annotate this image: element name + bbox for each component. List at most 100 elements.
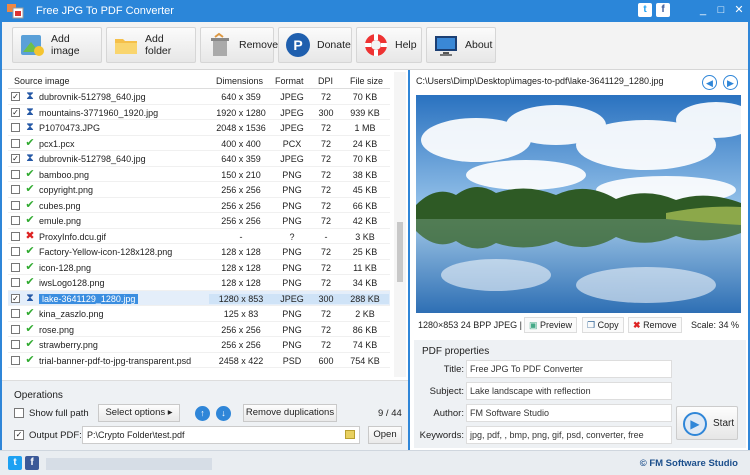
- close-button[interactable]: ✕: [732, 3, 746, 17]
- status-facebook-icon[interactable]: f: [25, 456, 39, 470]
- row-checkbox[interactable]: ✓: [11, 107, 20, 117]
- help-button[interactable]: Help: [356, 27, 422, 63]
- col-dimensions[interactable]: Dimensions: [216, 76, 263, 86]
- status-twitter-icon[interactable]: t: [8, 456, 22, 470]
- cell-size: 34 KB: [352, 278, 378, 288]
- table-row[interactable]: ✔ copyright.png 256 x 256 PNG 72 45 KB: [8, 182, 390, 198]
- table-row[interactable]: ✔ trial-banner-pdf-to-jpg-transparent.psd…: [8, 353, 390, 368]
- cell-size: 70 KB: [352, 154, 378, 164]
- col-format[interactable]: Format: [275, 76, 304, 86]
- remove-duplications-button[interactable]: Remove duplications: [243, 404, 337, 422]
- cell-dpi: 72: [320, 216, 331, 226]
- table-row[interactable]: ✓ ⧗ lake-3641129_1280.jpg 1280 x 853 JPEG 300…: [8, 290, 390, 306]
- pdf-properties-title: PDF properties: [422, 346, 490, 357]
- row-checkbox[interactable]: ✓: [11, 293, 20, 303]
- scrollbar-thumb[interactable]: [397, 222, 403, 282]
- row-checkbox[interactable]: [11, 340, 20, 349]
- pdf-field-label: Title:: [443, 364, 464, 375]
- cell-dim: 400 x 400: [221, 138, 261, 149]
- table-row[interactable]: ✓ ⧗ mountains-3771960_1920.jpg 1920 x 1280 J…: [8, 105, 390, 120]
- move-down-icon[interactable]: ↓: [216, 406, 231, 421]
- row-checkbox[interactable]: [11, 185, 20, 194]
- scale-readout: Scale: 34 %: [690, 320, 739, 330]
- maximize-button[interactable]: □: [714, 3, 728, 17]
- file-table-body: ✓ ⧗ dubrovnik-512798_640.jpg 640 x 359 JPEG 7…: [8, 89, 390, 377]
- cell-fmt: JPEG: [280, 123, 304, 133]
- remove-button[interactable]: Remove: [200, 27, 278, 63]
- output-pdf-input[interactable]: P:\Crypto Folder\test.pdf: [82, 426, 360, 444]
- row-checkbox[interactable]: [11, 278, 20, 287]
- table-row[interactable]: ✔ cubes.png 256 x 256 PNG 72 66 KB: [8, 198, 390, 213]
- row-checkbox[interactable]: [11, 138, 20, 148]
- donate-button[interactable]: P Donate: [278, 27, 352, 63]
- row-checkbox[interactable]: [11, 309, 20, 318]
- row-checkbox[interactable]: [11, 123, 20, 132]
- cell-fmt: PNG: [282, 216, 302, 226]
- row-checkbox[interactable]: [11, 216, 20, 225]
- cell-fmt: PNG: [282, 340, 302, 350]
- browse-folder-icon[interactable]: [345, 430, 355, 439]
- table-row[interactable]: ✔ strawberry.png 256 x 256 PNG 72 74 KB: [8, 337, 390, 353]
- facebook-icon[interactable]: f: [656, 3, 670, 17]
- row-checkbox[interactable]: ✓: [11, 92, 20, 101]
- add-folder-button[interactable]: Add folder: [106, 27, 196, 63]
- pdf-field-input[interactable]: FM Software Studio: [466, 404, 672, 422]
- table-row[interactable]: ✔ emule.png 256 x 256 PNG 72 42 KB: [8, 213, 390, 229]
- copy-button[interactable]: ❐ Copy: [582, 317, 624, 333]
- row-checkbox[interactable]: [11, 324, 20, 334]
- cell-fmt: JPEG: [280, 154, 304, 164]
- pdf-field-input[interactable]: Lake landscape with reflection: [466, 382, 672, 400]
- app-window: Free JPG To PDF Converter t f _ □ ✕ Add …: [0, 0, 750, 475]
- table-row[interactable]: ✓ ⧗ dubrovnik-512798_640.jpg 640 x 359 JPEG 7…: [8, 151, 390, 167]
- cell-size: 754 KB: [350, 355, 380, 366]
- table-row[interactable]: ✖ ProxyInfo.dcu.gif -? - 3 KB: [8, 229, 390, 244]
- pdf-field-input[interactable]: jpg, pdf, , bmp, png, gif, psd, converte…: [466, 426, 672, 444]
- add-image-button[interactable]: Add image: [12, 27, 102, 63]
- next-image-icon[interactable]: ▶: [723, 75, 738, 90]
- minimize-button[interactable]: _: [696, 3, 710, 17]
- prev-image-icon[interactable]: ◀: [702, 75, 717, 90]
- row-checkbox[interactable]: [11, 231, 20, 241]
- about-button[interactable]: About: [426, 27, 496, 63]
- col-dpi[interactable]: DPI: [318, 76, 333, 86]
- cell-fmt: PNG: [282, 200, 302, 211]
- table-row[interactable]: ✔ pcx1.pcx 400 x 400 PCX 72 24 KB: [8, 136, 390, 151]
- row-checkbox[interactable]: [11, 262, 20, 272]
- cell-dim: -: [239, 231, 243, 242]
- table-row[interactable]: ✓ ⧗ dubrovnik-512798_640.jpg 640 x 359 JPEG 7…: [8, 89, 390, 105]
- cell-fmt: JPEG: [280, 92, 304, 102]
- pdf-field-input[interactable]: Free JPG To PDF Converter: [466, 360, 672, 378]
- cell-dpi: 72: [320, 247, 331, 257]
- preview-button[interactable]: ▣ Preview: [524, 317, 578, 333]
- row-checkbox[interactable]: ✓: [11, 154, 20, 163]
- col-source-image[interactable]: Source image: [14, 76, 70, 86]
- table-row[interactable]: ✔ Factory-Yellow-icon-128x128.png 128 x 12…: [8, 244, 390, 260]
- row-checkbox[interactable]: [11, 355, 20, 365]
- row-checkbox[interactable]: [11, 169, 20, 179]
- table-scrollbar[interactable]: [394, 72, 406, 377]
- ok-check-icon: ✔: [25, 260, 35, 273]
- cell-dpi: 72: [320, 200, 331, 211]
- table-row[interactable]: ✔ rose.png 256 x 256 PNG 72 86 KB: [8, 322, 390, 337]
- row-checkbox[interactable]: [11, 247, 20, 256]
- pdf-properties-panel: PDF properties Title: Free JPG To PDF Con…: [414, 340, 746, 448]
- table-row[interactable]: ✔ iwsLogo128.png 128 x 128 PNG 72 34 KB: [8, 275, 390, 291]
- table-row[interactable]: ✔ icon-128.png 128 x 128 PNG 72 11 KB: [8, 260, 390, 275]
- start-button[interactable]: ▶ Start: [676, 406, 738, 440]
- preview-icon: ▣: [529, 320, 538, 330]
- select-options-button[interactable]: Select options ▸: [98, 404, 180, 422]
- twitter-icon[interactable]: t: [638, 3, 652, 17]
- preview-label: Preview: [540, 320, 573, 330]
- cell-dim: 640 x 359: [221, 92, 261, 102]
- show-full-path-checkbox[interactable]: [14, 408, 24, 418]
- open-button[interactable]: Open: [368, 426, 402, 444]
- table-row[interactable]: ⧗ P1070473.JPG 2048 x 1536 JPEG 72 1 MB: [8, 120, 390, 136]
- remove-image-button[interactable]: ✖ Remove: [628, 317, 682, 333]
- table-row[interactable]: ✔ kina_zaszlo.png 125 x 83 PNG 72 2 KB: [8, 306, 390, 322]
- table-row[interactable]: ✔ bamboo.png 150 x 210 PNG 72 38 KB: [8, 167, 390, 182]
- move-up-icon[interactable]: ↑: [195, 406, 210, 421]
- row-checkbox[interactable]: [11, 200, 20, 210]
- output-pdf-checkbox[interactable]: ✓: [14, 430, 24, 440]
- ok-check-icon: ✔: [25, 214, 35, 226]
- col-file-size[interactable]: File size: [350, 76, 383, 86]
